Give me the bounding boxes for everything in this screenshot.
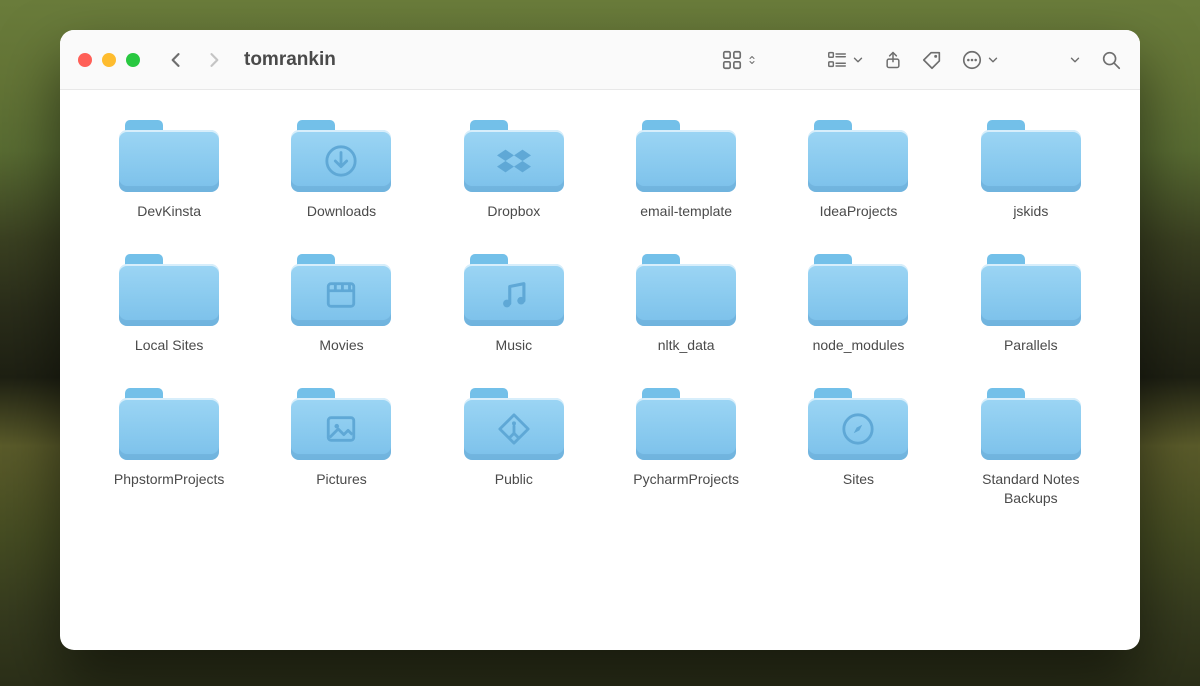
folder-label: IdeaProjects: [820, 202, 898, 220]
chevron-down-icon: [851, 53, 865, 67]
folder-label: Parallels: [1004, 336, 1058, 354]
folder-label: DevKinsta: [137, 202, 201, 220]
search-icon: [1100, 49, 1122, 71]
folder-icon: [119, 120, 219, 192]
folder-label: node_modules: [813, 336, 905, 354]
folder-icon: [808, 254, 908, 326]
more-button[interactable]: [961, 49, 1000, 71]
folder-item[interactable]: Parallels: [958, 254, 1104, 354]
music-icon: [497, 278, 531, 312]
folder-icon: [636, 254, 736, 326]
group-by-button[interactable]: [826, 49, 865, 71]
dropdown-button[interactable]: [1068, 53, 1082, 67]
folder-item[interactable]: Downloads: [268, 120, 414, 220]
folder-item[interactable]: PycharmProjects: [613, 388, 759, 506]
folder-item[interactable]: Sites: [785, 388, 931, 506]
folder-item[interactable]: PhpstormProjects: [96, 388, 242, 506]
forward-button[interactable]: [204, 50, 224, 70]
tags-button[interactable]: [921, 49, 943, 71]
folder-item[interactable]: node_modules: [785, 254, 931, 354]
window-title: tomrankin: [244, 49, 336, 71]
folder-icon: [291, 254, 391, 326]
folder-label: Local Sites: [135, 336, 203, 354]
folder-label: PhpstormProjects: [114, 470, 224, 488]
share-button[interactable]: [883, 49, 903, 71]
public-icon: [497, 412, 531, 446]
folder-item[interactable]: Local Sites: [96, 254, 242, 354]
folder-item[interactable]: DevKinsta: [96, 120, 242, 220]
view-mode-button[interactable]: [721, 49, 758, 71]
film-icon: [324, 278, 358, 312]
folder-item[interactable]: Movies: [268, 254, 414, 354]
folder-label: nltk_data: [658, 336, 715, 354]
content-area[interactable]: DevKinsta Downloads Dropbox email-template I…: [60, 90, 1140, 650]
folder-label: Public: [495, 470, 533, 488]
chevron-down-icon: [1068, 53, 1082, 67]
window-controls: [78, 53, 140, 67]
folder-icon: [808, 120, 908, 192]
folder-icon: [808, 388, 908, 460]
nav-buttons: [166, 50, 224, 70]
dropbox-icon: [497, 144, 531, 178]
folder-item[interactable]: Dropbox: [441, 120, 587, 220]
folder-item[interactable]: Pictures: [268, 388, 414, 506]
folder-icon: [981, 254, 1081, 326]
folder-item[interactable]: Public: [441, 388, 587, 506]
image-icon: [324, 412, 358, 446]
folder-label: email-template: [640, 202, 732, 220]
folder-label: Movies: [319, 336, 363, 354]
back-button[interactable]: [166, 50, 186, 70]
toolbar-right: [721, 49, 1122, 71]
folder-icon: [291, 120, 391, 192]
titlebar: tomrankin: [60, 30, 1140, 90]
folder-item[interactable]: Standard Notes Backups: [958, 388, 1104, 506]
search-button[interactable]: [1100, 49, 1122, 71]
folder-item[interactable]: nltk_data: [613, 254, 759, 354]
folder-item[interactable]: IdeaProjects: [785, 120, 931, 220]
chevron-down-icon: [986, 53, 1000, 67]
close-button[interactable]: [78, 53, 92, 67]
folder-item[interactable]: email-template: [613, 120, 759, 220]
folder-label: Music: [496, 336, 533, 354]
finder-window: tomrankin: [60, 30, 1140, 650]
folder-label: Downloads: [307, 202, 376, 220]
folder-icon: [981, 120, 1081, 192]
folder-label: PycharmProjects: [633, 470, 739, 488]
folder-item[interactable]: jskids: [958, 120, 1104, 220]
folder-label: Standard Notes Backups: [961, 470, 1101, 506]
folder-label: jskids: [1013, 202, 1048, 220]
folder-item[interactable]: Music: [441, 254, 587, 354]
folder-icon: [464, 120, 564, 192]
updown-icon: [746, 51, 758, 69]
folder-icon: [636, 120, 736, 192]
minimize-button[interactable]: [102, 53, 116, 67]
folder-icon: [464, 254, 564, 326]
folder-icon: [119, 254, 219, 326]
folder-label: Pictures: [316, 470, 367, 488]
folder-icon: [119, 388, 219, 460]
download-icon: [324, 144, 358, 178]
folder-icon: [464, 388, 564, 460]
folder-icon: [981, 388, 1081, 460]
zoom-button[interactable]: [126, 53, 140, 67]
folder-icon: [636, 388, 736, 460]
folder-label: Dropbox: [487, 202, 540, 220]
folder-icon: [291, 388, 391, 460]
folder-label: Sites: [843, 470, 874, 488]
compass-icon: [841, 412, 875, 446]
